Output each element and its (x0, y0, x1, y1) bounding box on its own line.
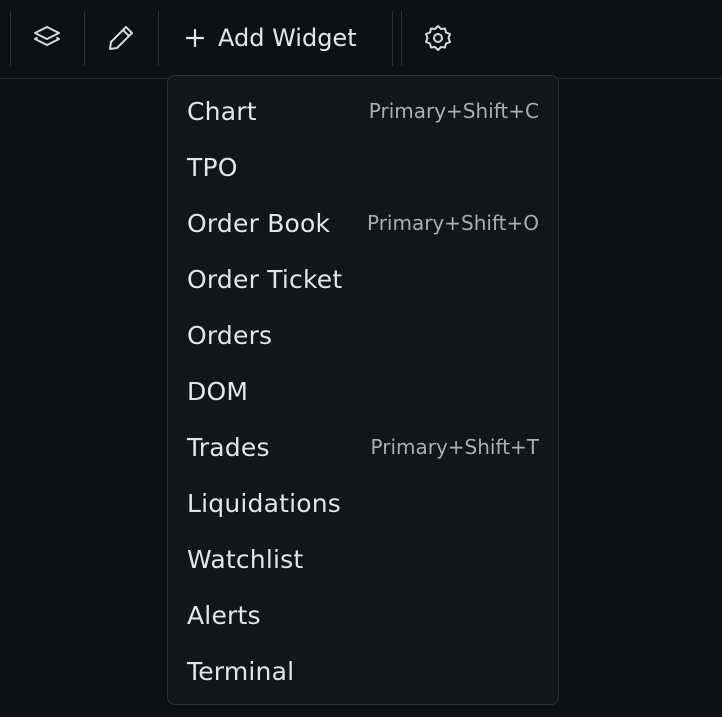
menu-item-order-book[interactable]: Order Book Primary+Shift+O (168, 195, 558, 251)
menu-item-label: Watchlist (187, 544, 304, 574)
toolbar: Add Widget (0, 0, 722, 79)
menu-item-label: Orders (187, 320, 273, 350)
menu-item-orders[interactable]: Orders (168, 307, 558, 363)
menu-item-label: DOM (187, 376, 249, 406)
toolbar-divider (158, 11, 159, 66)
menu-item-label: Chart (187, 96, 257, 126)
menu-item-trades[interactable]: Trades Primary+Shift+T (168, 419, 558, 475)
menu-item-terminal[interactable]: Terminal (168, 643, 558, 699)
settings-button[interactable] (420, 20, 456, 56)
menu-item-label: Liquidations (187, 488, 342, 518)
menu-item-watchlist[interactable]: Watchlist (168, 531, 558, 587)
menu-item-alerts[interactable]: Alerts (168, 587, 558, 643)
menu-item-label: Order Book (187, 208, 331, 238)
gear-icon (425, 25, 451, 51)
plus-icon (184, 27, 206, 49)
toolbar-divider (84, 11, 85, 66)
menu-item-order-ticket[interactable]: Order Ticket (168, 251, 558, 307)
menu-item-chart[interactable]: Chart Primary+Shift+C (168, 83, 558, 139)
menu-item-dom[interactable]: DOM (168, 363, 558, 419)
menu-item-label: Alerts (187, 600, 261, 630)
draw-button[interactable] (103, 20, 139, 56)
toolbar-divider (401, 11, 402, 66)
menu-item-tpo[interactable]: TPO (168, 139, 558, 195)
layers-button[interactable] (29, 20, 65, 56)
add-widget-menu: Chart Primary+Shift+C TPO Order Book Primary… (167, 75, 559, 705)
menu-item-label: TPO (187, 152, 238, 182)
layers-icon (34, 26, 60, 46)
toolbar-divider (10, 11, 11, 66)
menu-item-label: Trades (187, 432, 270, 462)
menu-item-shortcut: Primary+Shift+T (370, 435, 539, 459)
toolbar-divider (392, 11, 393, 66)
pencil-icon (109, 26, 133, 50)
add-widget-button[interactable]: Add Widget (172, 14, 382, 62)
menu-item-label: Order Ticket (187, 264, 343, 294)
menu-item-liquidations[interactable]: Liquidations (168, 475, 558, 531)
menu-item-shortcut: Primary+Shift+C (368, 99, 539, 123)
menu-item-label: Terminal (187, 656, 295, 686)
add-widget-label: Add Widget (218, 24, 357, 52)
menu-item-shortcut: Primary+Shift+O (366, 211, 539, 235)
